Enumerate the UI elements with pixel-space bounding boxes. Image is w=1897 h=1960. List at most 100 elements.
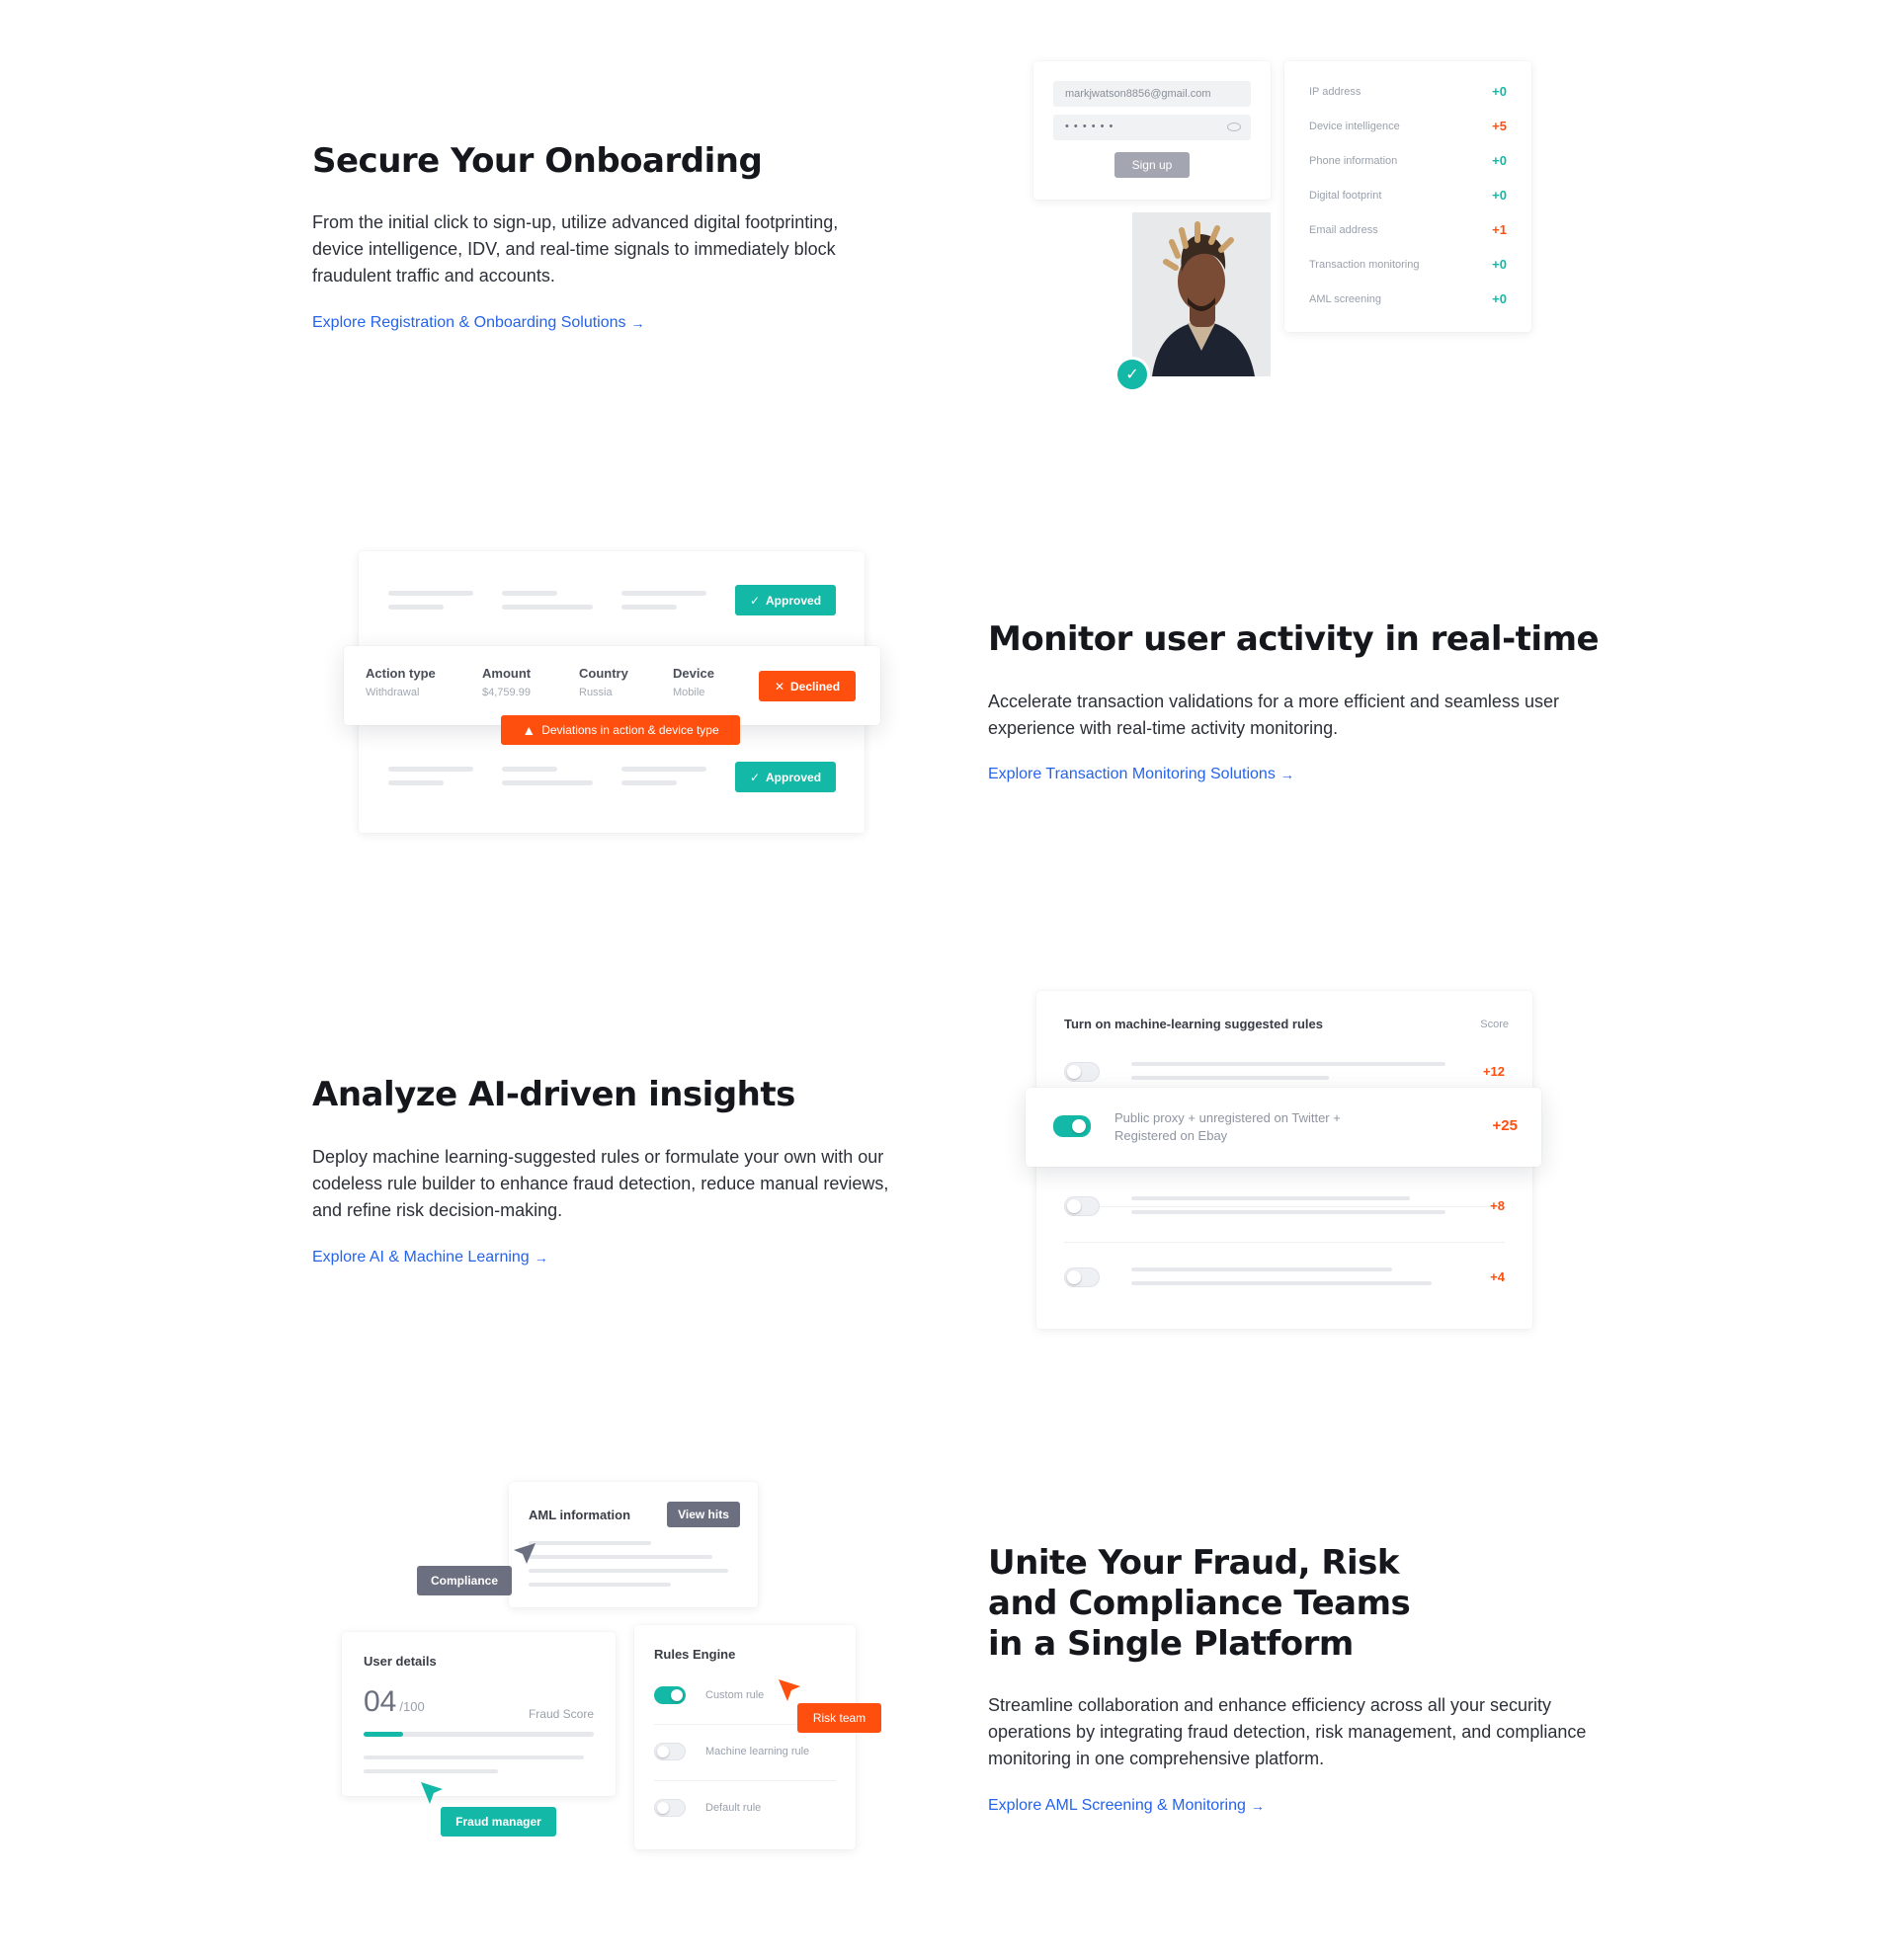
onboarding-title: Secure Your Onboarding [312,141,763,181]
rule-toggle-3[interactable] [1064,1196,1100,1216]
approved-label: Approved [766,770,822,784]
engine-rule-row: Machine learning rule [654,1743,836,1781]
insights-link-label: Explore AI & Machine Learning [312,1249,530,1266]
signal-score: +5 [1492,119,1507,133]
compliance-tag: Compliance [417,1566,512,1595]
signal-label: IP address [1309,86,1361,98]
unite-link[interactable]: Explore AML Screening & Monitoring → [988,1797,1265,1815]
signal-row: Email address +1 [1309,221,1507,241]
warning-icon: ▲ [522,722,536,738]
signal-score: +1 [1492,222,1507,237]
signal-score: +0 [1492,291,1507,306]
fraud-score-value: 04/100 [364,1685,425,1719]
fraud-score-max: /100 [399,1699,425,1714]
check-icon: ✓ [749,593,761,608]
fraud-score-fill [364,1732,404,1737]
engine-rule-label: Machine learning rule [705,1746,810,1757]
cursor-icon [514,1543,536,1564]
user-details-title: User details [364,1654,437,1669]
approved-badge-bottom: ✓ Approved [735,762,836,792]
transaction-column: Device Mobile [673,666,714,698]
email-field[interactable]: markjwatson8856@gmail.com [1053,81,1251,107]
password-field[interactable]: • • • • • • [1053,115,1251,140]
fraud-score-label: Fraud Score [528,1707,594,1721]
fraud-score-number: 04 [364,1685,397,1718]
engine-rule-label: Custom rule [705,1689,765,1701]
signal-row: Phone information +0 [1309,152,1507,172]
transaction-column-header: Country [579,666,628,681]
aml-title: AML information [529,1508,631,1522]
check-icon: ✓ [749,770,761,784]
insights-link[interactable]: Explore AI & Machine Learning → [312,1249,548,1266]
password-mask: • • • • • • [1065,121,1114,132]
rules-engine-card: Rules Engine Custom rule Machine learning… [634,1625,856,1849]
highlighted-rule[interactable]: Public proxy + unregistered on Twitter +… [1026,1088,1541,1167]
cursor-icon [779,1679,800,1701]
onboarding-description: From the initial click to sign-up, utili… [312,212,839,286]
rules-engine-title: Rules Engine [654,1647,736,1662]
unite-description: Streamline collaboration and enhance eff… [988,1695,1587,1768]
score-header: Score [1480,1019,1509,1030]
warning-text: Deviations in action & device type [541,723,719,737]
transaction-column: Amount $4,759.99 [482,666,531,698]
engine-rule-toggle[interactable] [654,1799,686,1817]
rule-toggle-1[interactable] [1064,1062,1100,1082]
rule-toggle-2[interactable] [1053,1115,1091,1137]
signal-row: Digital footprint +0 [1309,187,1507,206]
rule-score-2: +25 [1492,1117,1518,1134]
user-details-card: User details 04/100 Fraud Score [342,1632,616,1796]
rule-score-4: +4 [1490,1269,1505,1284]
eye-icon[interactable] [1227,122,1241,131]
onboarding-link-label: Explore Registration & Onboarding Soluti… [312,314,626,331]
transaction-row[interactable]: Action type Withdrawal Amount $4,759.99 Coun… [344,646,880,725]
monitoring-link-label: Explore Transaction Monitoring Solutions [988,766,1276,782]
ml-rules-title: Turn on machine-learning suggested rules [1064,1017,1323,1031]
signal-label: AML screening [1309,293,1381,305]
approved-label: Approved [766,593,822,608]
transaction-column: Action type Withdrawal [366,666,436,698]
engine-rule-row: Default rule [654,1799,836,1821]
signup-button[interactable]: Sign up [1114,152,1190,178]
arrow-right-icon: → [1250,1798,1265,1814]
rule-score-1: +12 [1482,1064,1505,1079]
cursor-icon [421,1782,443,1804]
signal-score: +0 [1492,257,1507,272]
signal-row: AML screening +0 [1309,290,1507,310]
unite-title: Unite Your Fraud, Risk and Compliance Te… [988,1543,1411,1664]
declined-label: Declined [790,679,841,694]
transaction-column-header: Device [673,666,714,681]
arrow-right-icon: → [1279,767,1294,782]
unite-link-label: Explore AML Screening & Monitoring [988,1797,1246,1814]
signal-row: IP address +0 [1309,83,1507,103]
transaction-column-header: Amount [482,666,532,681]
deviation-warning: ▲ Deviations in action & device type [501,715,740,745]
transaction-column-value: $4,759.99 [482,687,531,698]
signup-card: markjwatson8856@gmail.com • • • • • • Si… [1033,61,1271,200]
declined-badge: ✕ Declined [759,671,856,701]
signal-score: +0 [1492,153,1507,168]
monitoring-description: Accelerate transaction validations for a… [988,692,1559,738]
engine-rule-label: Default rule [705,1802,762,1814]
rule-toggle-4[interactable] [1064,1267,1100,1287]
signal-label: Phone information [1309,155,1398,167]
onboarding-link[interactable]: Explore Registration & Onboarding Soluti… [312,314,645,332]
signal-label: Transaction monitoring [1309,259,1420,271]
insights-description: Deploy machine learning-suggested rules … [312,1147,889,1220]
arrow-right-icon: → [534,1250,548,1266]
signals-card: IP address +0 Device intelligence +5 Phone i… [1284,61,1531,332]
signal-row: Transaction monitoring +0 [1309,256,1507,276]
monitoring-link[interactable]: Explore Transaction Monitoring Solutions… [988,766,1294,783]
rule-text-2: Public proxy + unregistered on Twitter +… [1114,1110,1341,1143]
fraud-score-bar [364,1732,594,1737]
check-badge-icon: ✓ [1114,357,1150,392]
engine-rule-toggle[interactable] [654,1743,686,1760]
signal-label: Email address [1309,224,1378,236]
signal-row: Device intelligence +5 [1309,118,1507,137]
signal-label: Device intelligence [1309,121,1400,132]
approved-badge-top: ✓ Approved [735,585,836,615]
fraud-manager-tag: Fraud manager [441,1807,556,1837]
engine-rule-toggle[interactable] [654,1686,686,1704]
arrow-right-icon: → [630,315,645,331]
view-hits-button[interactable]: View hits [667,1502,740,1527]
transaction-column: Country Russia [579,666,628,698]
